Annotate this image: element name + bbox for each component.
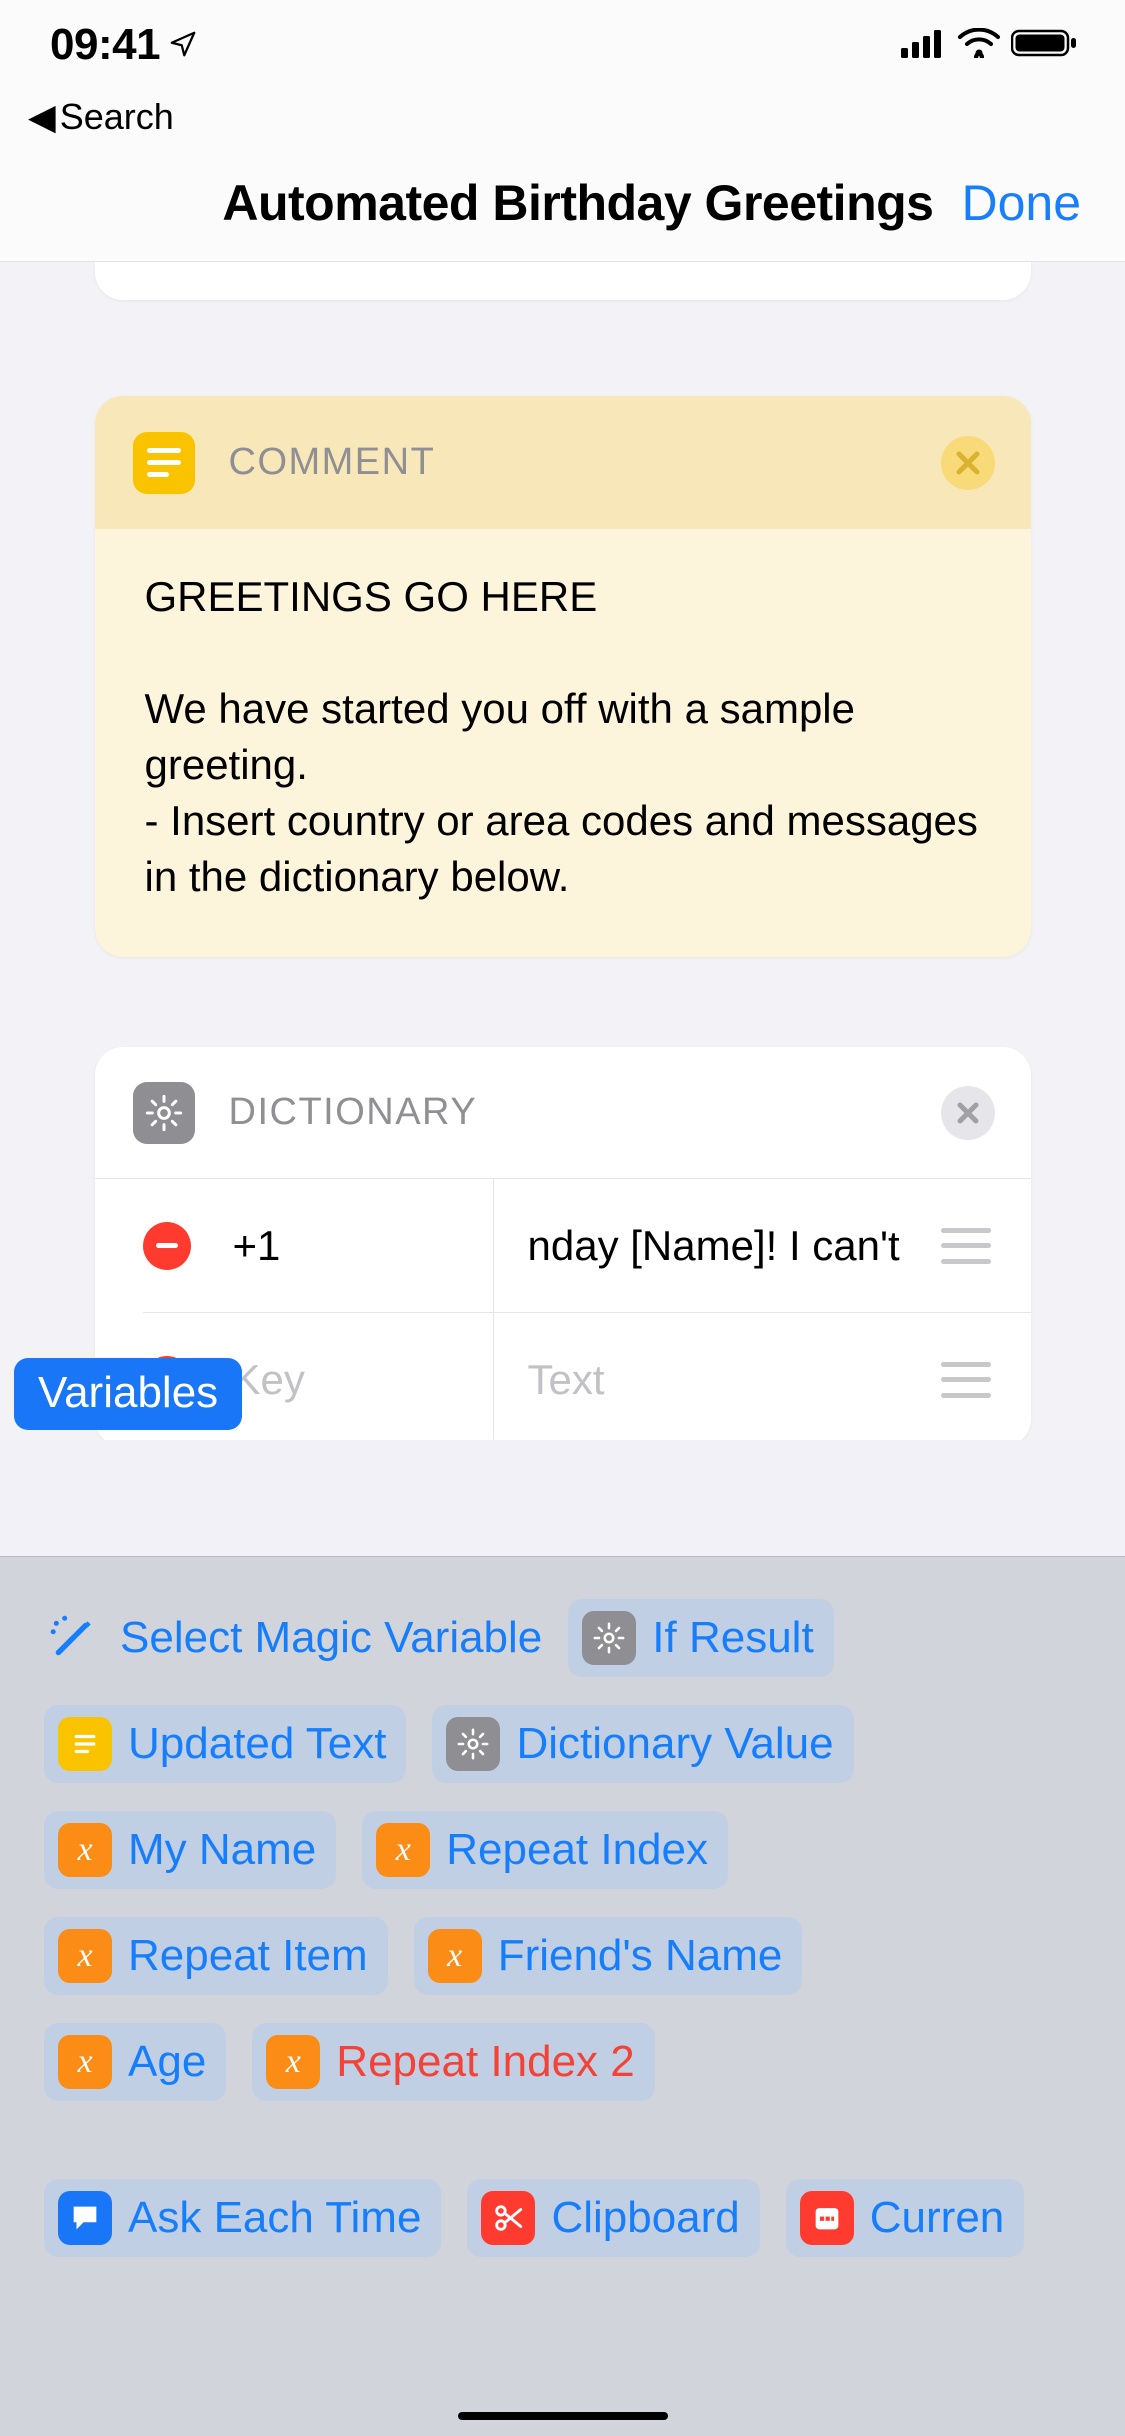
- variables-section: Variables Select Magic Variable If Resul…: [0, 1440, 1125, 2436]
- comment-line-2: We have started you off with a sample gr…: [145, 681, 981, 793]
- variable-chip-ask-each-time[interactable]: Ask Each Time: [44, 2179, 441, 2257]
- comment-line-3: - Insert country or area codes and messa…: [145, 793, 981, 905]
- status-time-text: 09:41: [50, 20, 160, 70]
- drag-handle-icon[interactable]: [941, 1362, 991, 1398]
- status-time: 09:41: [50, 20, 198, 70]
- variable-chip-current-date[interactable]: Curren: [786, 2179, 1025, 2257]
- global-variables-row: Ask Each Time Clipboard Curren: [44, 2179, 1081, 2257]
- wand-icon: [44, 1609, 102, 1667]
- chip-label: Updated Text: [128, 1719, 386, 1769]
- page-title: Automated Birthday Greetings: [222, 174, 933, 232]
- chip-label: Repeat Item: [128, 1931, 368, 1981]
- variables-bar: [0, 1440, 1125, 1556]
- status-right: [901, 28, 1077, 63]
- previous-action-card[interactable]: [95, 262, 1031, 300]
- chip-label: Ask Each Time: [128, 2193, 421, 2243]
- variables-tab[interactable]: Variables: [14, 1358, 242, 1430]
- variable-icon: x: [58, 2035, 112, 2089]
- chip-label: Friend's Name: [498, 1931, 783, 1981]
- chip-label: My Name: [128, 1825, 316, 1875]
- delete-dictionary-button[interactable]: [941, 1086, 995, 1140]
- variable-chip-repeat-item[interactable]: x Repeat Item: [44, 1917, 388, 1995]
- note-icon: [58, 1717, 112, 1771]
- remove-row-button[interactable]: [143, 1222, 191, 1270]
- comment-line-1: GREETINGS GO HERE: [145, 569, 981, 625]
- comment-icon: [133, 432, 195, 494]
- dictionary-value-placeholder[interactable]: Text: [528, 1356, 941, 1404]
- variable-chip-friends-name[interactable]: x Friend's Name: [414, 1917, 803, 1995]
- variable-chip-updated-text[interactable]: Updated Text: [44, 1705, 406, 1783]
- variable-chip-repeat-index[interactable]: x Repeat Index: [362, 1811, 728, 1889]
- status-bar: 09:41: [0, 0, 1125, 90]
- variable-chips-row: x My Name x Repeat Index: [44, 1811, 1081, 1889]
- gear-icon: [446, 1717, 500, 1771]
- delete-comment-button[interactable]: [941, 436, 995, 490]
- variable-chips-row: x Age x Repeat Index 2: [44, 2023, 1081, 2101]
- separator: [493, 1313, 494, 1441]
- variable-icon: x: [376, 1823, 430, 1877]
- dictionary-value[interactable]: nday [Name]! I can't: [528, 1222, 941, 1270]
- variable-chips-row: x Repeat Item x Friend's Name: [44, 1917, 1081, 1995]
- speech-bubble-icon: [58, 2191, 112, 2245]
- variable-icon: x: [266, 2035, 320, 2089]
- cellular-icon: [901, 28, 947, 63]
- home-indicator[interactable]: [458, 2412, 668, 2420]
- chip-label: Age: [128, 2037, 206, 2087]
- magic-variables-row: Select Magic Variable If Result: [44, 1599, 1081, 1677]
- nav-header: Automated Birthday Greetings Done: [0, 144, 1125, 262]
- separator: [493, 1179, 494, 1313]
- variable-chip-my-name[interactable]: x My Name: [44, 1811, 336, 1889]
- variable-icon: x: [428, 1929, 482, 1983]
- variable-chip-if-result[interactable]: If Result: [568, 1599, 833, 1677]
- chip-label: Clipboard: [551, 2193, 739, 2243]
- chip-label: Curren: [870, 2193, 1005, 2243]
- comment-action-card[interactable]: COMMENT GREETINGS GO HERE We have starte…: [95, 396, 1031, 957]
- breadcrumb-label: Search: [60, 96, 174, 138]
- dictionary-header: DICTIONARY: [95, 1047, 1031, 1179]
- dictionary-row[interactable]: +1 nday [Name]! I can't: [143, 1179, 1031, 1313]
- variable-chips-row: Updated Text Dictionary Value: [44, 1705, 1081, 1783]
- dictionary-key[interactable]: +1: [233, 1222, 493, 1270]
- magic-variable-label: Select Magic Variable: [120, 1613, 542, 1663]
- select-magic-variable-button[interactable]: Select Magic Variable: [44, 1599, 542, 1677]
- dictionary-title: DICTIONARY: [229, 1091, 478, 1134]
- chip-label: If Result: [652, 1613, 813, 1663]
- close-icon: [956, 1101, 980, 1125]
- variable-chip-repeat-index-2[interactable]: x Repeat Index 2: [252, 2023, 654, 2101]
- done-button[interactable]: Done: [961, 174, 1081, 232]
- close-icon: [955, 450, 981, 476]
- gear-icon: [582, 1611, 636, 1665]
- wifi-icon: [957, 28, 1001, 63]
- variable-chip-clipboard[interactable]: Clipboard: [467, 2179, 759, 2257]
- dictionary-row[interactable]: Key Text: [143, 1313, 1031, 1440]
- scissors-icon: [481, 2191, 535, 2245]
- comment-body[interactable]: GREETINGS GO HERE We have started you of…: [95, 529, 1031, 957]
- chip-label: Repeat Index 2: [336, 2037, 634, 2087]
- location-icon: [168, 20, 198, 70]
- variable-chip-age[interactable]: x Age: [44, 2023, 226, 2101]
- breadcrumb[interactable]: ◀︎ Search: [0, 90, 1125, 144]
- variables-keyboard: Select Magic Variable If Result Updated …: [0, 1556, 1125, 2436]
- battery-icon: [1011, 28, 1077, 63]
- back-chevron-icon: ◀︎: [28, 96, 56, 138]
- variable-icon: x: [58, 1823, 112, 1877]
- comment-title: COMMENT: [229, 441, 436, 484]
- chip-label: Dictionary Value: [516, 1719, 833, 1769]
- chip-label: Repeat Index: [446, 1825, 708, 1875]
- comment-header: COMMENT: [95, 396, 1031, 529]
- calendar-icon: [800, 2191, 854, 2245]
- content-area[interactable]: COMMENT GREETINGS GO HERE We have starte…: [0, 262, 1125, 1440]
- drag-handle-icon[interactable]: [941, 1228, 991, 1264]
- dictionary-key-placeholder[interactable]: Key: [233, 1356, 493, 1404]
- variable-icon: x: [58, 1929, 112, 1983]
- gear-icon: [133, 1082, 195, 1144]
- variable-chip-dictionary-value[interactable]: Dictionary Value: [432, 1705, 853, 1783]
